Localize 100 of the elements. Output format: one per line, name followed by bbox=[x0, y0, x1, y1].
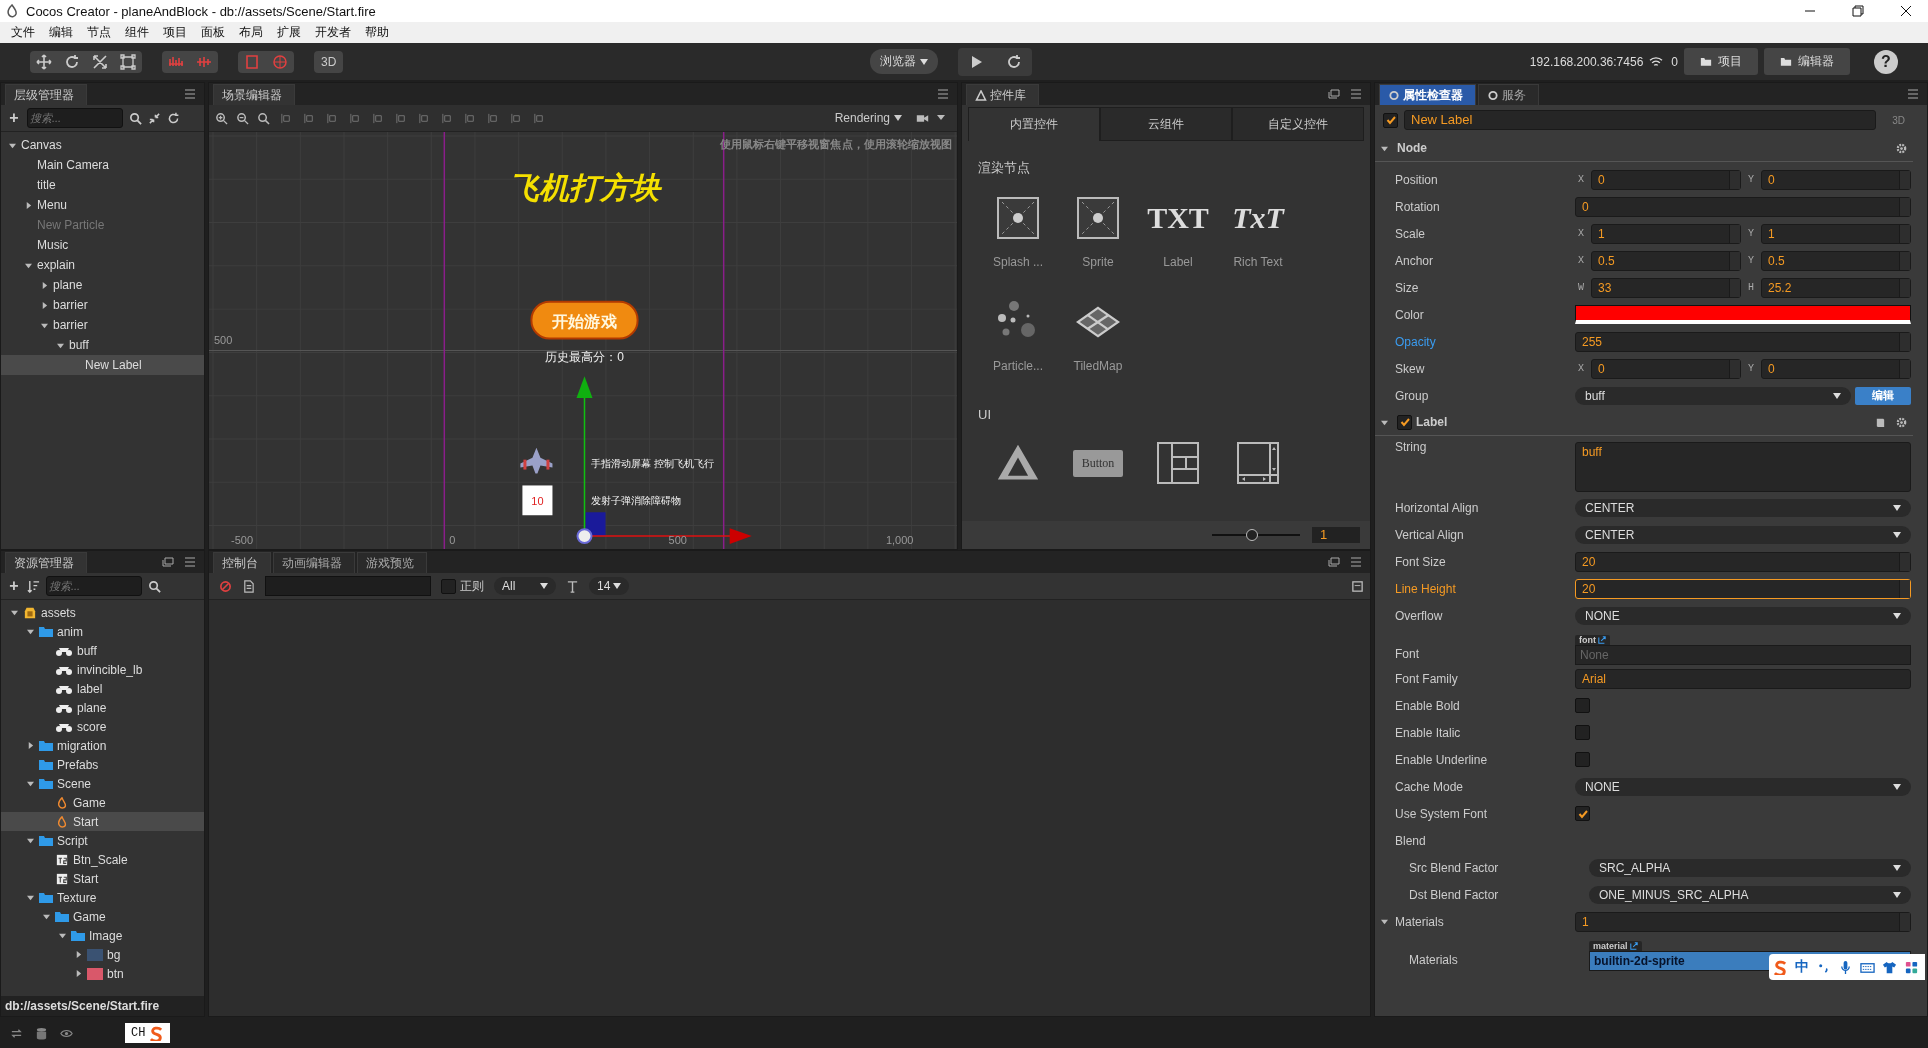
number-field[interactable]: 1 bbox=[1761, 223, 1911, 244]
dropdown[interactable]: CENTER bbox=[1575, 498, 1911, 517]
panel-tab[interactable]: 层级管理器 bbox=[5, 84, 87, 105]
font-size-dropdown[interactable]: 14 bbox=[589, 577, 629, 595]
number-field[interactable]: 0 bbox=[1761, 358, 1911, 379]
file-icon[interactable] bbox=[242, 579, 255, 593]
number-field[interactable]: 0 bbox=[1761, 169, 1911, 190]
edit-button[interactable]: 编辑 bbox=[1855, 386, 1911, 405]
dropdown[interactable]: ONE_MINUS_SRC_ALPHA bbox=[1589, 885, 1911, 904]
panel-tab[interactable]: 场景编辑器 bbox=[213, 84, 295, 105]
sort-icon[interactable] bbox=[27, 579, 40, 593]
text-field[interactable]: Arial bbox=[1575, 668, 1911, 689]
clear-icon[interactable] bbox=[219, 579, 232, 593]
asset-item[interactable]: assets bbox=[1, 603, 204, 622]
help-button[interactable]: ? bbox=[1874, 49, 1898, 74]
expand-arrow-icon[interactable] bbox=[25, 201, 32, 209]
rich-text-icon[interactable]: TxT bbox=[1232, 201, 1284, 235]
tree-item[interactable]: Canvas bbox=[1, 135, 204, 155]
book-icon[interactable] bbox=[1875, 416, 1886, 428]
number-field[interactable]: 0 bbox=[1591, 169, 1741, 190]
sprite-icon[interactable] bbox=[1076, 196, 1120, 240]
refresh-icon[interactable] bbox=[1005, 53, 1022, 70]
component-checkbox[interactable] bbox=[1397, 414, 1412, 430]
asset-item[interactable]: Script bbox=[1, 831, 204, 850]
move-tool-icon[interactable] bbox=[36, 53, 52, 70]
asset-item[interactable]: Prefabs bbox=[1, 755, 204, 774]
dropdown[interactable]: NONE bbox=[1575, 606, 1911, 625]
expand-arrow-icon[interactable] bbox=[41, 321, 48, 329]
asset-item[interactable]: anim bbox=[1, 622, 204, 641]
popout-icon[interactable] bbox=[1328, 557, 1340, 567]
number-field[interactable]: 0.5 bbox=[1761, 250, 1911, 271]
expand-arrow-icon[interactable] bbox=[25, 261, 32, 269]
checkbox[interactable] bbox=[1575, 698, 1590, 713]
menu-item[interactable]: 开发者 bbox=[308, 24, 358, 41]
expand-arrow-icon[interactable] bbox=[57, 341, 64, 349]
asset-item[interactable]: Texture bbox=[1, 888, 204, 907]
node-name-field[interactable]: New Label bbox=[1404, 110, 1877, 130]
tree-item[interactable]: Menu bbox=[1, 195, 204, 215]
tree-item[interactable]: buff bbox=[1, 335, 204, 355]
number-field[interactable]: 255 bbox=[1575, 331, 1911, 352]
asset-item[interactable]: label bbox=[1, 679, 204, 698]
menu-item[interactable]: 节点 bbox=[80, 24, 118, 41]
asset-item[interactable]: Game bbox=[1, 793, 204, 812]
expand-arrow-icon[interactable] bbox=[41, 301, 48, 309]
collapse-icon[interactable] bbox=[148, 111, 161, 125]
number-field[interactable]: 20 bbox=[1575, 578, 1911, 599]
tree-item[interactable]: Main Camera bbox=[1, 155, 204, 175]
rect-tool-icon[interactable] bbox=[120, 53, 136, 70]
zoom-out-icon[interactable] bbox=[236, 111, 249, 125]
menu-icon[interactable] bbox=[184, 89, 196, 99]
3d-toggle-button[interactable]: 3D bbox=[314, 50, 344, 73]
asset-item[interactable]: Start bbox=[1, 869, 204, 888]
checkbox[interactable] bbox=[1575, 725, 1590, 740]
number-field[interactable]: 33 bbox=[1591, 277, 1741, 298]
font-size-icon[interactable] bbox=[566, 579, 579, 593]
tree-item[interactable]: plane bbox=[1, 275, 204, 295]
restore-icon[interactable] bbox=[1852, 5, 1864, 17]
expand-arrow-icon[interactable] bbox=[9, 141, 16, 149]
expand-arrow-icon[interactable] bbox=[41, 281, 48, 289]
search-icon[interactable] bbox=[148, 579, 161, 593]
expand-arrow-icon[interactable] bbox=[1381, 418, 1388, 426]
settings-icon[interactable] bbox=[1896, 416, 1907, 428]
filter-field[interactable] bbox=[265, 576, 431, 596]
zoom-slider[interactable] bbox=[1212, 528, 1300, 542]
shirt-icon[interactable] bbox=[1882, 959, 1897, 975]
node-active-checkbox[interactable] bbox=[1383, 112, 1398, 128]
tree-item[interactable]: title bbox=[1, 175, 204, 195]
expand-arrow-icon[interactable] bbox=[27, 837, 34, 844]
checkbox[interactable] bbox=[1575, 752, 1590, 767]
dropdown[interactable]: SRC_ALPHA bbox=[1589, 858, 1911, 877]
expand-arrow-icon[interactable] bbox=[27, 628, 34, 635]
database-icon[interactable] bbox=[35, 1026, 48, 1040]
panel-tab[interactable]: 资源管理器 bbox=[5, 552, 87, 573]
expand-arrow-icon[interactable] bbox=[27, 894, 34, 901]
collapse-icon[interactable] bbox=[1351, 579, 1364, 593]
menu-item[interactable]: 项目 bbox=[156, 24, 194, 41]
expand-arrow-icon[interactable] bbox=[27, 742, 34, 749]
tree-item[interactable]: Music bbox=[1, 235, 204, 255]
search-field[interactable]: 搜索... bbox=[27, 108, 123, 128]
search-icon[interactable] bbox=[129, 111, 142, 125]
asset-item[interactable]: Game bbox=[1, 907, 204, 926]
popout-icon[interactable] bbox=[1328, 89, 1340, 99]
asset-item[interactable]: plane bbox=[1, 698, 204, 717]
panel-tab[interactable]: 服务 bbox=[1478, 84, 1539, 105]
expand-arrow-icon[interactable] bbox=[1381, 144, 1388, 152]
expand-arrow-icon[interactable] bbox=[1381, 918, 1388, 925]
popout-icon[interactable] bbox=[162, 557, 174, 567]
expand-arrow-icon[interactable] bbox=[59, 932, 66, 939]
rotate-tool-icon[interactable] bbox=[64, 53, 80, 70]
add-button[interactable]: + bbox=[7, 109, 21, 127]
level-dropdown[interactable]: All bbox=[494, 577, 556, 595]
asset-item[interactable]: btn bbox=[1, 964, 204, 983]
caret-icon[interactable] bbox=[937, 115, 945, 121]
color-swatch[interactable] bbox=[1575, 305, 1911, 324]
asset-item[interactable]: Image bbox=[1, 926, 204, 945]
asset-item[interactable]: invincible_lb bbox=[1, 660, 204, 679]
expand-arrow-icon[interactable] bbox=[11, 609, 18, 616]
menu-item[interactable]: 扩展 bbox=[270, 24, 308, 41]
asset-item[interactable]: score bbox=[1, 717, 204, 736]
menu-icon[interactable] bbox=[1350, 89, 1362, 99]
